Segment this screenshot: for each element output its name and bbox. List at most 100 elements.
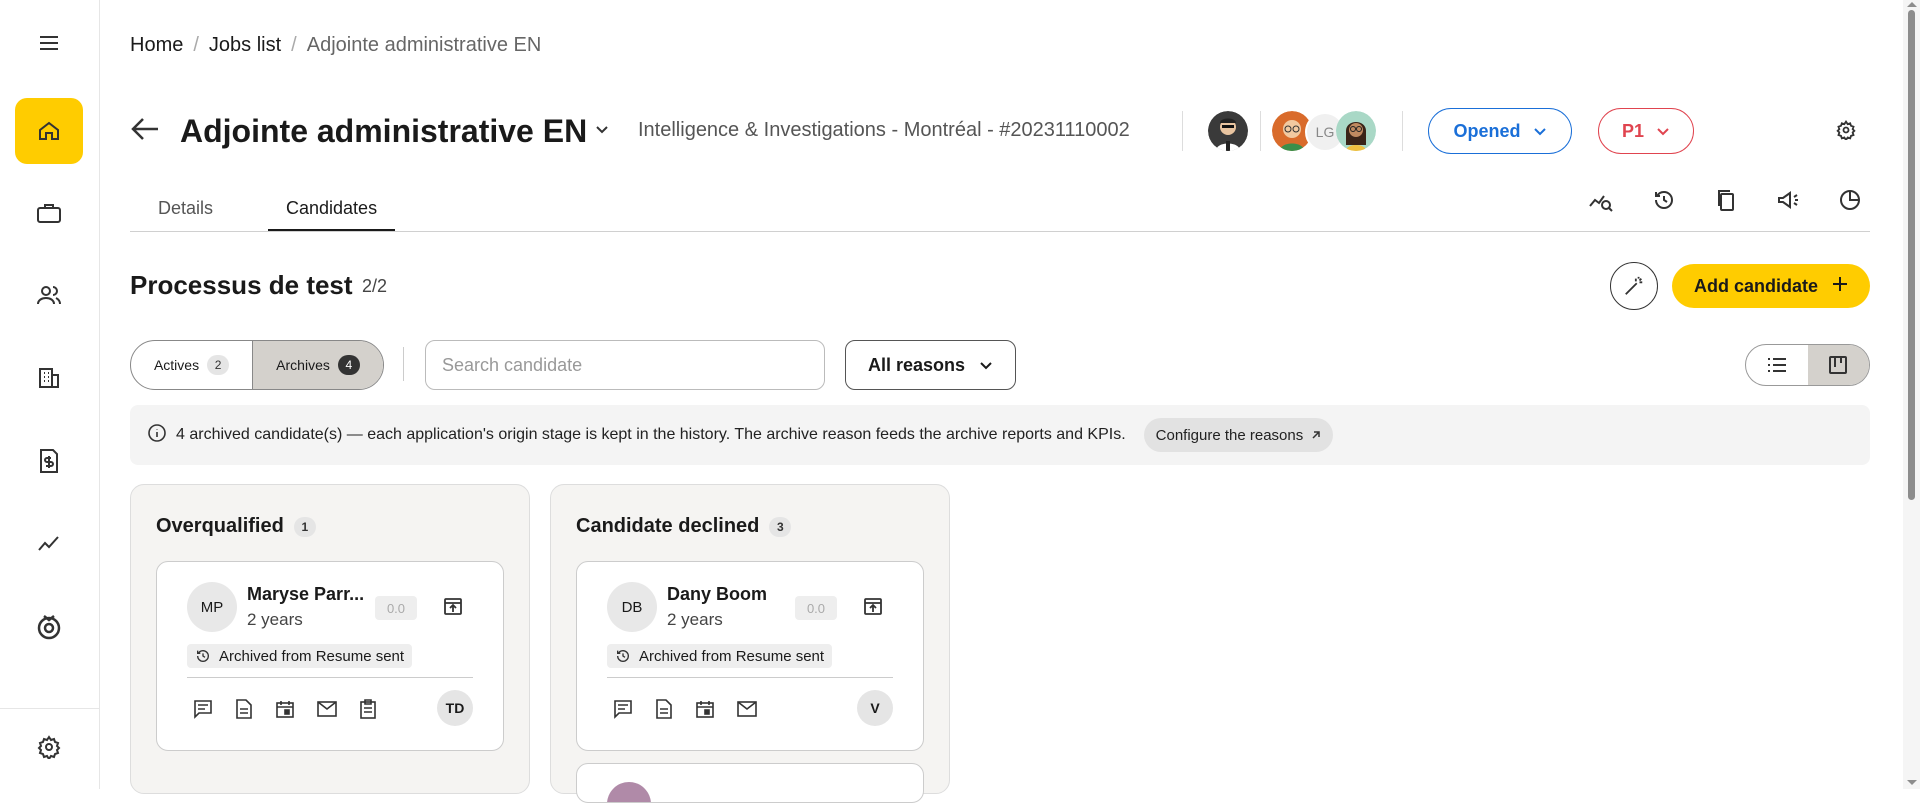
owner-avatar[interactable]: TD (437, 690, 473, 726)
card-actions (193, 699, 377, 724)
mail-icon[interactable] (737, 701, 757, 722)
breadcrumb-home[interactable]: Home (130, 34, 183, 57)
analytics-icon[interactable] (15, 510, 83, 576)
comment-icon[interactable] (193, 699, 213, 724)
menu-icon[interactable] (15, 10, 83, 76)
archive-info-bar: 4 archived candidate(s) — each applicati… (130, 405, 1870, 465)
candidate-name[interactable]: Dany Boom (667, 584, 767, 605)
external-arrow-icon (1312, 431, 1320, 439)
job-settings-icon[interactable] (1836, 120, 1856, 145)
home-icon[interactable] (15, 98, 83, 164)
tab-details[interactable]: Details (158, 198, 213, 229)
unarchive-icon[interactable] (443, 596, 463, 621)
plus-icon (1832, 276, 1848, 297)
comment-icon[interactable] (613, 699, 633, 724)
archived-from-tag: Archived from Resume sent (187, 644, 413, 668)
add-candidate-label: Add candidate (1693, 275, 1818, 296)
page-scrollbar[interactable] (1903, 0, 1920, 789)
copy-icon[interactable] (1714, 188, 1740, 214)
market-search-icon[interactable] (1588, 188, 1614, 214)
archives-tab[interactable]: Archives 4 (252, 341, 383, 389)
back-arrow-icon[interactable] (130, 116, 160, 147)
briefcase-icon[interactable] (15, 180, 83, 246)
process-title: Processus de test (130, 270, 353, 300)
scroll-thumb[interactable] (1908, 10, 1915, 500)
calendar-icon[interactable] (695, 699, 715, 724)
card-divider (187, 677, 473, 678)
info-icon (148, 423, 166, 447)
clipboard-icon[interactable] (359, 699, 377, 724)
configure-reasons-link[interactable]: Configure the reasons (1143, 418, 1334, 452)
column-title: Candidate declined 3 (576, 515, 792, 538)
scroll-up-arrow[interactable] (1907, 2, 1917, 7)
recruiting-icon[interactable] (15, 593, 83, 659)
owner-avatar[interactable]: V (857, 690, 893, 726)
process-count: 2/2 (362, 276, 388, 296)
divider (1402, 111, 1403, 151)
sidebar-divider (0, 708, 100, 709)
column-count-badge: 1 (293, 516, 316, 537)
settings-icon[interactable] (15, 714, 83, 780)
column-count-badge: 3 (769, 516, 792, 537)
mail-icon[interactable] (317, 701, 337, 722)
scroll-down-arrow[interactable] (1907, 780, 1917, 785)
magic-wand-icon (1625, 276, 1643, 295)
archived-from-label: Archived from Resume sent (219, 647, 405, 665)
breadcrumb-separator: / (291, 34, 297, 56)
team-avatar-3[interactable] (1336, 111, 1376, 151)
status-label: Opened (1453, 120, 1521, 141)
breadcrumb: Home / Jobs list / Adjointe administrati… (130, 34, 541, 57)
column-title-label: Candidate declined (576, 515, 760, 537)
chevron-down-icon[interactable] (595, 122, 609, 140)
list-view-icon[interactable] (1746, 345, 1808, 385)
candidate-card[interactable]: DB Dany Boom 2 years 0.0 Archived from R… (576, 561, 924, 751)
chevron-down-icon (979, 355, 993, 376)
reasons-label: All reasons (867, 354, 966, 375)
unarchive-icon[interactable] (863, 596, 883, 621)
megaphone-icon[interactable] (1776, 188, 1802, 214)
invoice-dollar-icon[interactable] (15, 428, 83, 494)
archived-from-label: Archived from Resume sent (639, 647, 825, 665)
candidate-avatar: MP (187, 582, 237, 632)
candidate-card-partial[interactable] (576, 763, 924, 803)
candidate-name[interactable]: Maryse Parr... (247, 584, 364, 605)
add-candidate-button[interactable]: Add candidate (1672, 264, 1870, 308)
card-divider (607, 677, 893, 678)
history-icon (197, 649, 209, 662)
kanban-column: Overqualified 1 MP Maryse Parr... 2 year… (130, 484, 530, 794)
building-icon[interactable] (15, 345, 83, 411)
card-actions (613, 699, 757, 724)
recruiter-avatar[interactable] (1208, 111, 1248, 151)
divider (1182, 111, 1183, 151)
kanban-column: Candidate declined 3 DB Dany Boom 2 year… (550, 484, 950, 803)
history-icon (617, 649, 629, 662)
document-icon[interactable] (655, 699, 673, 724)
priority-label: P1 (1621, 120, 1645, 141)
title-row: Adjointe administrative EN (130, 110, 609, 152)
breadcrumb-jobs[interactable]: Jobs list (209, 34, 281, 57)
people-icon[interactable] (15, 262, 83, 328)
history-icon[interactable] (1652, 188, 1678, 214)
search-candidate-input[interactable] (425, 340, 825, 390)
status-dropdown[interactable]: Opened (1428, 108, 1572, 154)
candidate-experience: 2 years (247, 610, 303, 629)
candidate-card[interactable]: MP Maryse Parr... 2 years 0.0 Archived f… (156, 561, 504, 751)
calendar-icon[interactable] (275, 699, 295, 724)
kanban-view-icon[interactable] (1807, 345, 1869, 385)
document-icon[interactable] (235, 699, 253, 724)
priority-dropdown[interactable]: P1 (1598, 108, 1694, 154)
actives-tab[interactable]: Actives 2 (131, 341, 252, 389)
tab-candidates[interactable]: Candidates (268, 198, 396, 231)
chevron-down-icon (1656, 121, 1670, 142)
magic-wand-button[interactable] (1610, 262, 1658, 310)
reasons-dropdown[interactable]: All reasons (845, 340, 1016, 390)
archived-from-tag: Archived from Resume sent (607, 644, 833, 668)
candidate-experience: 2 years (667, 610, 723, 629)
actives-label: Actives (153, 357, 200, 373)
archives-label: Archives (276, 357, 330, 373)
column-title-label: Overqualified (156, 515, 284, 537)
pie-chart-icon[interactable] (1838, 188, 1864, 214)
sidebar (0, 0, 100, 789)
candidate-score: 0.0 (375, 596, 417, 620)
view-toggle (1745, 344, 1870, 386)
